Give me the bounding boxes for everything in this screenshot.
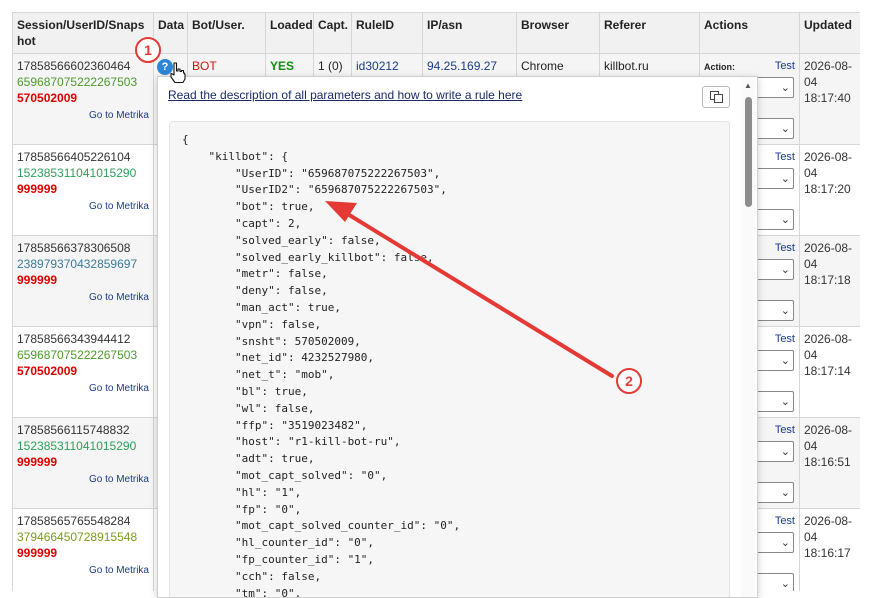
popup-scrollbar[interactable]: ▲ (741, 77, 755, 597)
hand-cursor-icon (170, 62, 186, 84)
updated-cell: 2026-08-04 18:16:17 (799, 508, 860, 591)
chevron-down-icon: ⌄ (780, 173, 790, 185)
scroll-thumb[interactable] (745, 97, 752, 207)
snapshot-id: 999999 (17, 546, 58, 560)
bot-status: BOT (192, 59, 217, 73)
session-cell: 17858565765548284 379466450728915548 999… (12, 508, 154, 591)
browser-name: Chrome (521, 59, 564, 73)
col-header-updated[interactable]: Updated (799, 12, 860, 54)
updated-time: 2026-08-04 18:16:17 (804, 514, 853, 560)
copy-button[interactable] (702, 86, 730, 108)
updated-time: 2026-08-04 18:17:14 (804, 332, 853, 378)
col-header-actions[interactable]: Actions (699, 12, 800, 54)
session-id: 17858566343944412 (17, 332, 131, 346)
updated-cell: 2026-08-04 18:17:20 (799, 144, 860, 236)
chevron-down-icon: ⌄ (780, 123, 790, 135)
metrika-link[interactable]: Go to Metrika (17, 290, 149, 306)
json-code-block: { "killbot": { "UserID": "65968707522226… (169, 121, 730, 598)
updated-cell: 2026-08-04 18:17:14 (799, 326, 860, 418)
metrika-link[interactable]: Go to Metrika (17, 108, 149, 124)
data-popup: Read the description of all parameters a… (157, 76, 758, 598)
test-link[interactable]: Test (775, 240, 795, 256)
snapshot-id: 570502009 (17, 91, 78, 105)
session-cell: 17858566378306508 238979370432859697 999… (12, 235, 154, 327)
col-header-ip[interactable]: IP/asn (422, 12, 517, 54)
chevron-down-icon: ⌄ (780, 82, 790, 94)
user-id: 659687075222267503 (17, 75, 138, 89)
col-header-session[interactable]: Session/UserID/Snapshot (12, 12, 154, 54)
session-cell: 17858566343944412 659687075222267503 570… (12, 326, 154, 418)
session-id: 17858566378306508 (17, 241, 131, 255)
json-code: { "killbot": { "UserID": "65968707522226… (182, 133, 461, 598)
user-id: 659687075222267503 (17, 348, 138, 362)
description-link[interactable]: Read the description of all parameters a… (168, 88, 522, 102)
metrika-link[interactable]: Go to Metrika (17, 563, 149, 579)
chevron-down-icon: ⌄ (780, 305, 790, 317)
session-id: 17858566405226104 (17, 150, 131, 164)
updated-time: 2026-08-04 18:17:18 (804, 241, 853, 287)
chevron-down-icon: ⌄ (780, 487, 790, 499)
annotation-badge-1: 1 (135, 37, 161, 63)
snapshot-id: 570502009 (17, 364, 78, 378)
user-id: 238979370432859697 (17, 257, 138, 271)
annotation-badge-2: 2 (616, 368, 642, 394)
action-label: Action: (704, 62, 735, 72)
col-header-bot[interactable]: Bot/User. (187, 12, 266, 54)
metrika-link[interactable]: Go to Metrika (17, 472, 149, 488)
session-cell: 17858566602360464 659687075222267503 570… (12, 53, 154, 145)
col-header-loaded[interactable]: Loaded (265, 12, 314, 54)
chevron-down-icon: ⌄ (780, 264, 790, 276)
test-link[interactable]: Test (775, 422, 795, 438)
chevron-down-icon: ⌄ (780, 396, 790, 408)
user-id: 152385311041015290 (17, 166, 137, 180)
chevron-down-icon: ⌄ (780, 537, 790, 549)
col-header-ruleid[interactable]: RuleID (351, 12, 423, 54)
test-link[interactable]: Test (775, 331, 795, 347)
session-cell: 17858566405226104 152385311041015290 999… (12, 144, 154, 236)
ip-address[interactable]: 94.25.169.27 (427, 59, 497, 73)
updated-cell: 2026-08-04 18:17:18 (799, 235, 860, 327)
snapshot-id: 999999 (17, 182, 58, 196)
updated-cell: 2026-08-04 18:16:51 (799, 417, 860, 509)
test-link[interactable]: Test (775, 149, 795, 165)
session-id: 17858566115748832 (17, 423, 130, 437)
updated-time: 2026-08-04 18:17:40 (804, 59, 853, 105)
snapshot-id: 999999 (17, 273, 58, 287)
user-id: 379466450728915548 (17, 530, 138, 544)
referer-value: killbot.ru (604, 59, 649, 73)
loaded-status: YES (270, 59, 295, 73)
session-id: 17858565765548284 (17, 514, 131, 528)
chevron-down-icon: ⌄ (780, 355, 790, 367)
capt-value: 1 (0) (318, 59, 343, 73)
updated-time: 2026-08-04 18:17:20 (804, 150, 853, 196)
scroll-up-icon[interactable]: ▲ (744, 81, 752, 90)
test-link[interactable]: Test (775, 513, 795, 529)
chevron-down-icon: ⌄ (780, 446, 790, 458)
col-header-referer[interactable]: Referer (599, 12, 700, 54)
test-link[interactable]: Test (775, 58, 795, 74)
snapshot-id: 999999 (17, 455, 58, 469)
chevron-down-icon: ⌄ (780, 578, 790, 590)
metrika-link[interactable]: Go to Metrika (17, 381, 149, 397)
updated-cell: 2026-08-04 18:17:40 (799, 53, 860, 145)
session-cell: 17858566115748832 152385311041015290 999… (12, 417, 154, 509)
col-header-browser[interactable]: Browser (516, 12, 600, 54)
rule-id[interactable]: id30212 (356, 59, 399, 73)
copy-icon (710, 91, 723, 103)
col-header-capt[interactable]: Capt. (313, 12, 352, 54)
chevron-down-icon: ⌄ (780, 214, 790, 226)
session-id: 17858566602360464 (17, 59, 131, 73)
updated-time: 2026-08-04 18:16:51 (804, 423, 853, 469)
user-id: 152385311041015290 (17, 439, 137, 453)
metrika-link[interactable]: Go to Metrika (17, 199, 149, 215)
